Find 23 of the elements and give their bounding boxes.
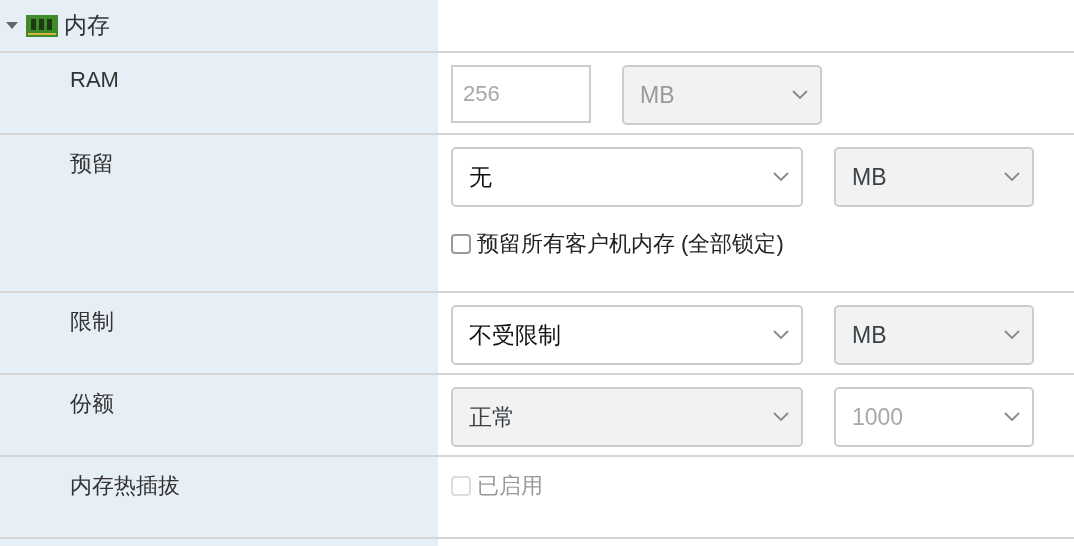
field-label: 预留 [70,151,114,176]
field-label: RAM [70,67,119,92]
caret-icon[interactable] [6,21,18,30]
memory-module-icon [26,13,58,38]
dropdown[interactable]: 正常 [451,387,803,447]
chevron-down-icon [1004,172,1020,182]
checkbox-label: 已启用 [477,472,543,500]
checkbox[interactable] [451,234,471,254]
chevron-down-icon [773,412,789,422]
dropdown[interactable]: MB [834,147,1034,207]
dropdown[interactable]: MB [834,305,1034,365]
chevron-down-icon [773,330,789,340]
chevron-down-icon [1004,330,1020,340]
field-label: 内存热插拔 [70,473,180,498]
chevron-down-icon [1004,412,1020,422]
checkbox-label: 预留所有客户机内存 (全部锁定) [477,230,784,258]
section-title: 内存 [64,11,110,40]
field-label: 份额 [70,391,114,416]
dropdown[interactable]: 不受限制 [451,305,803,365]
dropdown[interactable]: 无 [451,147,803,207]
field-label: 限制 [70,309,114,334]
chevron-down-icon [773,172,789,182]
chevron-down-icon [792,90,808,100]
